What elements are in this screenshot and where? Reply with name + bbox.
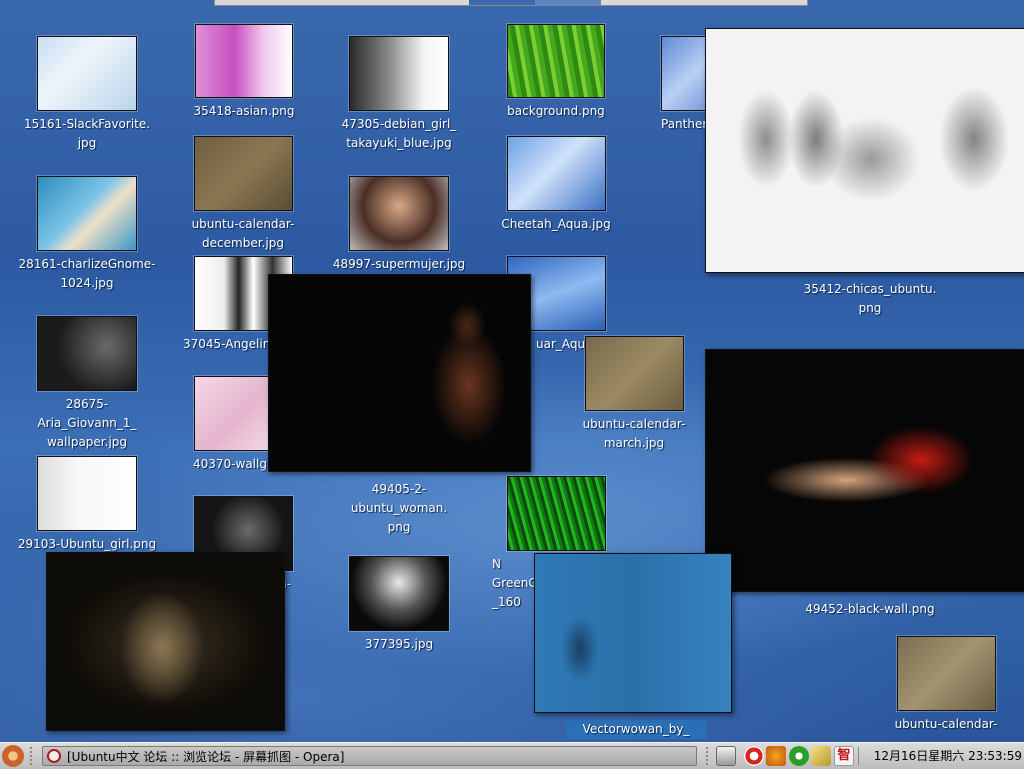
ubuntu-logo-icon[interactable] [2, 745, 24, 767]
icon-label: 28161-charlizeGnome- 1024.jpg [18, 257, 156, 290]
preview-dark-girl [46, 552, 285, 731]
image-thumbnail [193, 136, 293, 211]
icon-label: 48997-supermujer.jpg [332, 257, 466, 271]
icon-label: 35412-chicas_ubuntu. png [803, 282, 937, 315]
desktop-icon-background[interactable]: background.png [486, 24, 626, 121]
desktop-icon-chicas-ubuntu[interactable]: 35412-chicas_ubuntu. png [800, 276, 940, 318]
desktop-icon-377395[interactable]: 377395.jpg [329, 556, 469, 654]
desktop-icon-supermujer[interactable]: 48997-supermujer.jpg [329, 176, 469, 274]
desktop: 15161-SlackFavorite. jpg 28161-charlizeG… [0, 0, 1024, 742]
bottom-panel: [Ubuntu中文 论坛 :: 浏览论坛 - 屏幕抓图 - Opera] 智 1… [0, 742, 1024, 769]
clock[interactable]: 12月16日星期六 23:53:59 [864, 746, 1022, 766]
desktop-icon-slackfavorite[interactable]: 15161-SlackFavorite. jpg [17, 36, 157, 153]
image-thumbnail [506, 136, 606, 211]
image-thumbnail [37, 36, 137, 111]
desktop-icon-debian-girl[interactable]: 47305-debian_girl_ takayuki_blue.jpg [329, 36, 469, 153]
lifebuoy-icon[interactable] [744, 746, 764, 766]
icon-label: 35418-asian.png [193, 104, 295, 118]
image-thumbnail [507, 24, 605, 98]
preview-ubuntu-woman [268, 274, 531, 472]
icon-label: 49452-black-wall.png [805, 602, 935, 616]
printer-icon[interactable] [716, 746, 736, 766]
image-thumbnail [896, 636, 996, 711]
image-thumbnail [349, 556, 449, 631]
image-thumbnail [37, 316, 137, 391]
icon-label: 15161-SlackFavorite. jpg [23, 117, 151, 150]
input-method-icon[interactable]: 智 [834, 746, 854, 766]
opera-icon [47, 749, 61, 763]
icon-label: ubuntu-calendar- march.jpg [582, 417, 686, 450]
image-thumbnail [584, 336, 684, 411]
recycle-icon[interactable] [789, 746, 809, 766]
icon-label: 377395.jpg [364, 637, 434, 651]
icon-label: Cheetah_Aqua.jpg [501, 217, 611, 231]
desktop-icon-vectorwoman[interactable]: Vectorwowan_by_ [566, 716, 706, 739]
desktop-icon-aria-giovanni[interactable]: 28675-Aria_Giovann_1_ wallpaper.jpg [17, 316, 157, 452]
desktop-icon-asian[interactable]: 35418-asian.png [174, 24, 314, 121]
icon-label: background.png [507, 104, 605, 118]
desktop-icon-ubuntu-calendar-march[interactable]: ubuntu-calendar- march.jpg [564, 336, 704, 453]
icon-label: Vectorwowan_by_ [566, 720, 706, 739]
image-thumbnail [37, 176, 137, 251]
preview-black-wall [705, 349, 1024, 592]
preview-chicas-ubuntu [705, 28, 1024, 273]
image-thumbnail [37, 456, 137, 531]
desktop-icon-black-wall[interactable]: 49452-black-wall.png [800, 596, 940, 619]
desktop-icon-charlize[interactable]: 28161-charlizeGnome- 1024.jpg [17, 176, 157, 293]
top-panel-fragment [214, 0, 808, 6]
desktop-icon-cheetah-aqua[interactable]: Cheetah_Aqua.jpg [486, 136, 626, 234]
preview-vectorwoman [534, 553, 732, 713]
icon-label: 49405-2-ubuntu_woman. png [350, 482, 448, 534]
desktop-icon-ubuntu-calendar[interactable]: ubuntu-calendar- [876, 636, 1016, 734]
image-thumbnail [349, 176, 449, 251]
image-thumbnail [195, 24, 293, 98]
icon-label: 47305-debian_girl_ takayuki_blue.jpg [341, 117, 457, 150]
window-title: [Ubuntu中文 论坛 :: 浏览论坛 - 屏幕抓图 - Opera] [67, 750, 345, 764]
desktop-icon-ubuntu-woman[interactable]: 49405-2-ubuntu_woman. png [329, 476, 469, 537]
panel-separator [858, 747, 861, 765]
image-thumbnail [506, 476, 606, 551]
icon-label: ubuntu-calendar- [894, 717, 998, 731]
icon-label: ubuntu-calendar- december.jpg [191, 217, 295, 250]
desktop-icon-ubuntu-girl[interactable]: 29103-Ubuntu_girl.png [17, 456, 157, 554]
desktop-icon-ubuntu-calendar-december[interactable]: ubuntu-calendar- december.jpg [173, 136, 313, 253]
update-notifier-icon[interactable] [766, 746, 786, 766]
icon-label: 28675-Aria_Giovann_1_ wallpaper.jpg [37, 397, 137, 449]
image-thumbnail [349, 36, 449, 111]
panel-handle[interactable] [706, 747, 712, 765]
taskbar-window-button[interactable]: [Ubuntu中文 论坛 :: 浏览论坛 - 屏幕抓图 - Opera] [42, 746, 697, 766]
panel-handle[interactable] [30, 747, 36, 765]
usb-key-icon[interactable] [811, 746, 831, 766]
